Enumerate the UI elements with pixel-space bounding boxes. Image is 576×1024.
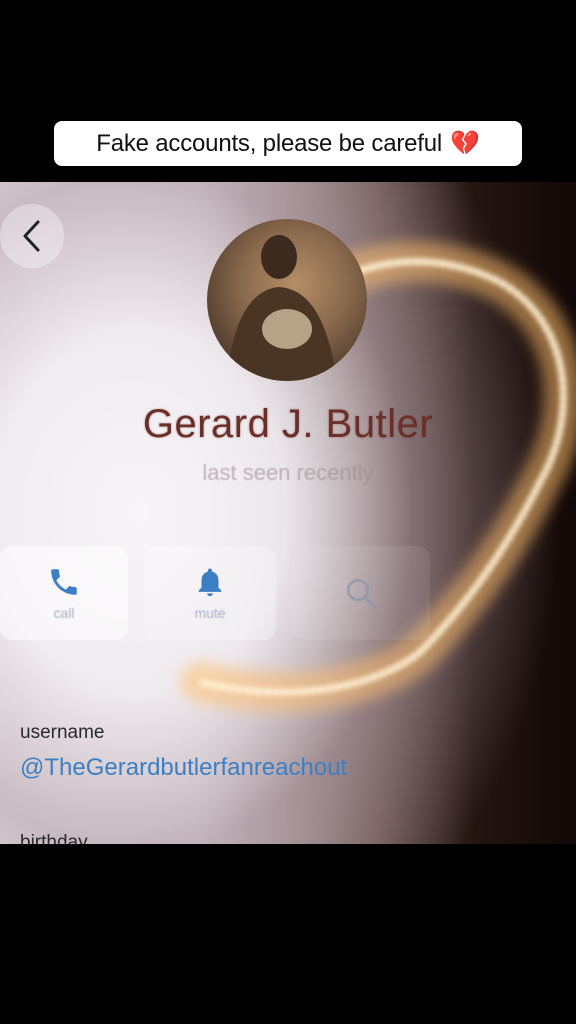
username-label: username [20,722,105,743]
bell-icon [198,568,222,597]
profile-name: Gerard J. Butler [142,402,434,446]
mute-button[interactable]: mute [144,546,276,640]
broken-heart-icon: 💔 [450,130,480,157]
search-button[interactable] [292,546,430,640]
person-silhouette-icon [227,235,337,381]
caption-text: Fake accounts, please be careful [96,129,443,157]
call-label: call [53,605,75,621]
back-button[interactable] [0,204,64,268]
warning-caption: Fake accounts, please be careful 💔 [54,121,522,166]
avatar[interactable] [207,219,367,381]
call-button[interactable]: call [0,546,128,640]
mute-label: mute [194,605,226,621]
search-icon [346,578,377,609]
birthday-label: birthday [20,832,88,844]
phone-icon [51,569,77,595]
profile-screen: Gerard J. Butler last seen recently call… [0,182,576,844]
username-value[interactable]: @TheGerardbutlerfanreachout [20,754,347,782]
chevron-left-icon [23,220,40,252]
last-seen-status: last seen recently [202,460,374,485]
